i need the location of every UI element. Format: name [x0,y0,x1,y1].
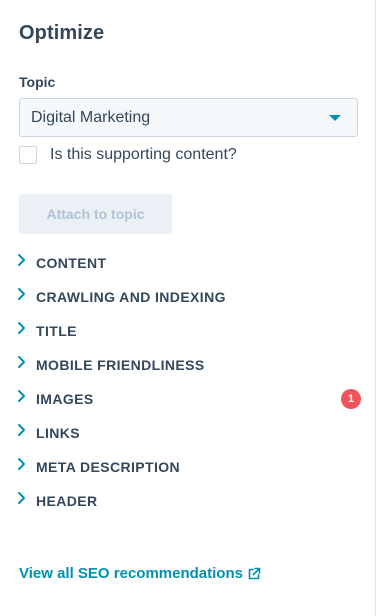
section-label: TITLE [36,323,77,339]
section-header[interactable]: HEADER [16,490,361,512]
section-label: IMAGES [36,391,94,407]
chevron-right-icon [18,322,25,334]
chevron-right-icon [18,424,25,436]
chevron-right-icon [18,254,25,266]
panel-title: Optimize [19,22,105,44]
section-label: MOBILE FRIENDLINESS [36,357,205,373]
section-label: CRAWLING AND INDEXING [36,289,226,305]
chevron-right-icon [18,390,25,402]
section-images[interactable]: IMAGES 1 [16,388,361,410]
section-title[interactable]: TITLE [16,320,361,342]
section-meta-description[interactable]: META DESCRIPTION [16,456,361,478]
section-label: CONTENT [36,255,107,271]
chevron-right-icon [18,356,25,368]
optimize-panel: Optimize Topic Digital Marketing Is this… [0,0,376,616]
section-crawling-and-indexing[interactable]: CRAWLING AND INDEXING [16,286,361,308]
topic-label: Topic [19,74,56,90]
supporting-content-checkbox-row[interactable]: Is this supporting content? [19,145,237,165]
supporting-content-label: Is this supporting content? [50,146,237,163]
topic-select-value: Digital Marketing [31,109,151,126]
section-label: HEADER [36,493,98,509]
chevron-right-icon [18,492,25,504]
external-link-icon [248,567,261,579]
topic-select[interactable]: Digital Marketing [19,98,358,137]
view-all-seo-recommendations-link[interactable]: View all SEO recommendations [19,565,261,582]
footer-link-label: View all SEO recommendations [19,565,243,582]
supporting-content-checkbox[interactable] [19,146,37,164]
section-links[interactable]: LINKS [16,422,361,444]
section-mobile-friendliness[interactable]: MOBILE FRIENDLINESS [16,354,361,376]
chevron-right-icon [18,458,25,470]
attach-to-topic-button[interactable]: Attach to topic [19,194,172,234]
issue-count-badge: 1 [341,389,361,409]
section-label: META DESCRIPTION [36,459,181,475]
caret-down-icon [329,115,341,121]
chevron-right-icon [18,288,25,300]
section-content[interactable]: CONTENT [16,252,361,274]
section-label: LINKS [36,425,80,441]
